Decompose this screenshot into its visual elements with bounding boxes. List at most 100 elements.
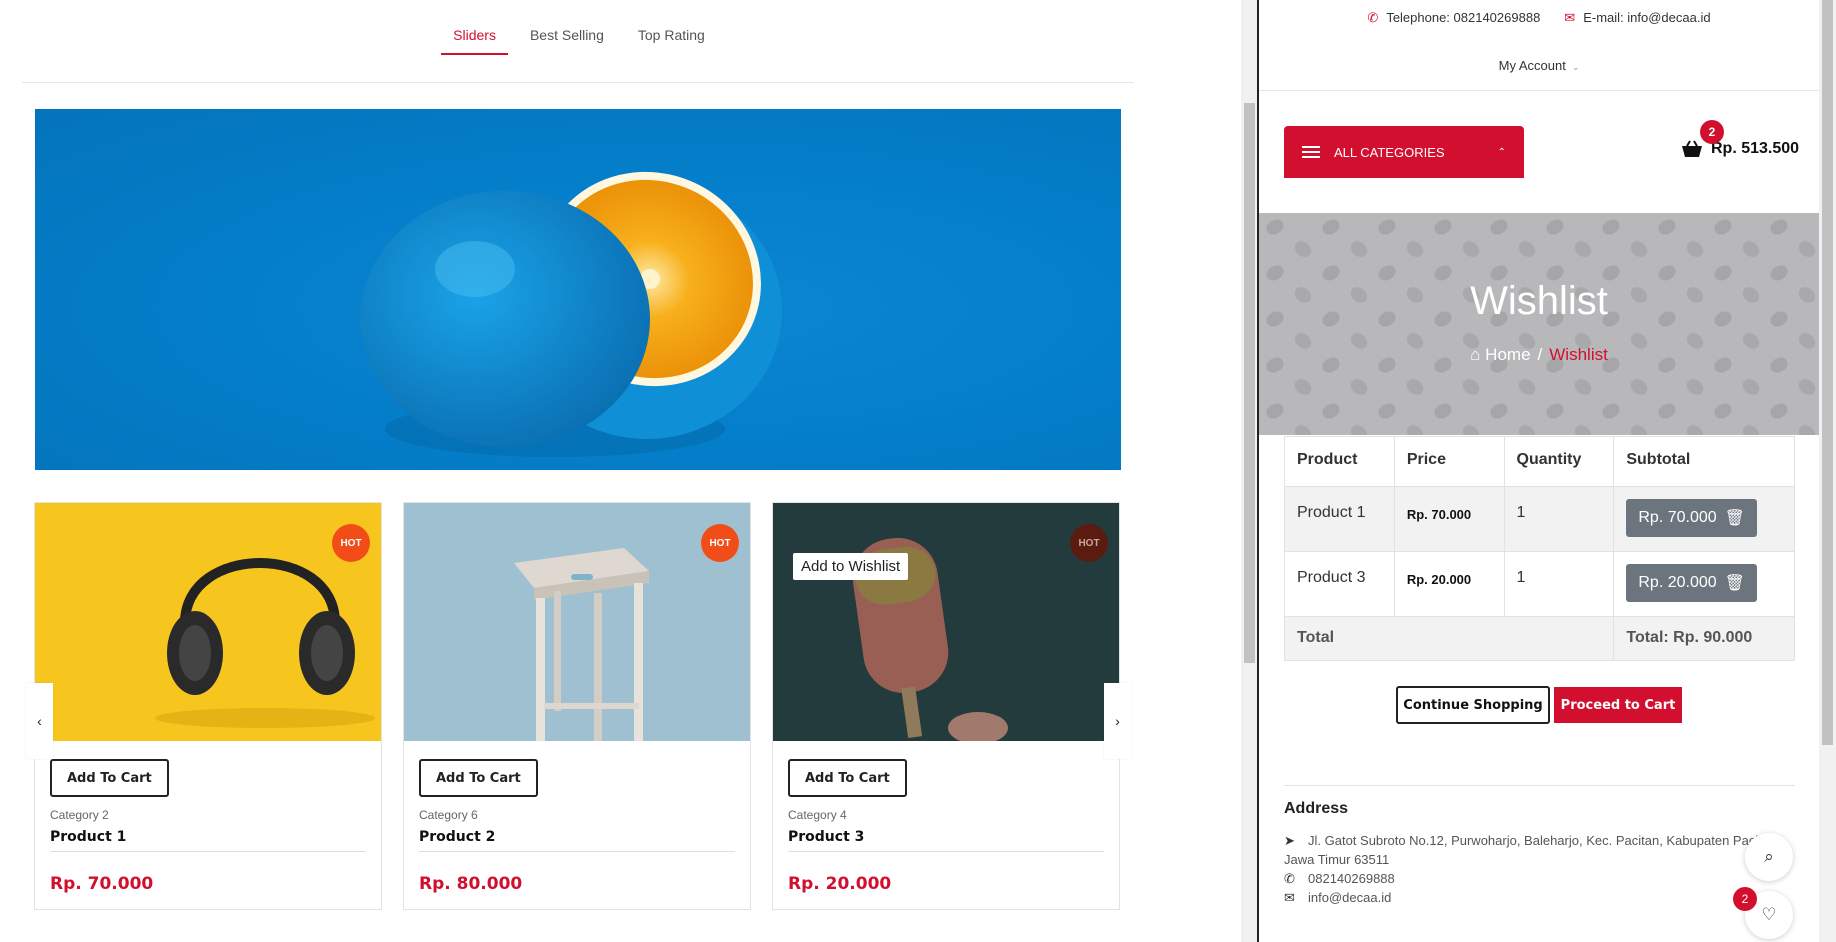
breadcrumb: ⌂ Home / Wishlist	[1259, 345, 1819, 365]
row-quantity: 1	[1503, 486, 1615, 552]
product-name[interactable]: Product 2	[419, 829, 495, 845]
telephone-text: Telephone: 082140269888	[1386, 10, 1541, 25]
contact-bar: ✆ Telephone: 082140269888 ✉ E-mail: info@d…	[1259, 10, 1819, 26]
popsicle-illustration	[773, 503, 1119, 741]
location-arrow-icon: ➤	[1284, 833, 1295, 848]
cart-count-badge: 2	[1700, 120, 1724, 144]
column-header-quantity: Quantity	[1503, 436, 1615, 487]
all-categories-label: ALL CATEGORIES	[1334, 144, 1445, 160]
mini-cart[interactable]: Rp. 513.500	[1681, 140, 1799, 158]
trash-icon: 🗑	[1724, 510, 1745, 527]
address-heading: Address	[1284, 800, 1349, 817]
hamburger-icon	[1302, 146, 1320, 158]
wishlist-count-badge: 2	[1733, 887, 1757, 911]
basket-icon	[1682, 140, 1702, 157]
card-divider	[50, 851, 366, 852]
product-card[interactable]: HOT Add To Cart Category 2 Product 1 Rp.…	[34, 502, 382, 910]
column-header-product: Product	[1284, 436, 1395, 487]
product-name[interactable]: Product 3	[788, 829, 864, 845]
product-card[interactable]: HOT Add To Cart Category 6 Product 2 Rp.…	[403, 502, 751, 910]
row-product: Product 1	[1284, 486, 1395, 552]
my-account-menu[interactable]: My Account ⌄	[1259, 58, 1819, 73]
add-to-wishlist-tooltip[interactable]: Add to Wishlist	[793, 553, 909, 580]
footer-divider	[1284, 785, 1795, 786]
email-text: E-mail: info@decaa.id	[1583, 10, 1711, 25]
row-product: Product 3	[1284, 551, 1395, 617]
proceed-to-cart-button[interactable]: Proceed to Cart	[1554, 687, 1682, 723]
total-label: Total	[1283, 616, 1615, 661]
continue-shopping-button[interactable]: Continue Shopping	[1396, 686, 1550, 724]
product-category[interactable]: Category 6	[419, 808, 478, 822]
product-image[interactable]: HOT	[404, 503, 750, 741]
table-header-row: Product Price Quantity Subtotal	[1284, 436, 1795, 487]
row-subtotal: Rp. 20.000 🗑	[1613, 551, 1795, 617]
carousel-next-arrow-icon[interactable]: ›	[1104, 683, 1131, 759]
search-button[interactable]: ⌕	[1745, 833, 1793, 881]
address-street-line: ➤ Jl. Gatot Subroto No.12, Purwoharjo, Ba…	[1284, 831, 1784, 869]
all-categories-button[interactable]: ALL CATEGORIES ⌃	[1284, 126, 1524, 178]
subtotal-value: Rp. 20.000	[1638, 574, 1717, 591]
carousel-prev-arrow-icon[interactable]: ‹	[26, 683, 53, 759]
address-email-line: ✉ info@decaa.id	[1284, 888, 1784, 907]
breadcrumb-separator: /	[1537, 345, 1543, 364]
wishlist-pane: ✆ Telephone: 082140269888 ✉ E-mail: info@d…	[1259, 0, 1819, 942]
tabs-divider	[22, 82, 1134, 83]
total-row: Total Total: Rp. 90.000	[1283, 616, 1795, 661]
address-street: Jl. Gatot Subroto No.12, Purwoharjo, Bal…	[1284, 833, 1780, 867]
table-row: Product 1 Rp. 70.000 1 Rp. 70.000 🗑	[1284, 486, 1795, 552]
product-name[interactable]: Product 1	[50, 829, 126, 845]
product-price: Rp. 20.000	[788, 874, 892, 894]
blue-orange-illustration	[360, 171, 782, 457]
home-icon: ⌂	[1470, 345, 1481, 364]
total-value: Total: Rp. 90.000	[1613, 616, 1795, 661]
address-phone-line: ✆ 082140269888	[1284, 869, 1784, 888]
remove-item-button[interactable]: Rp. 70.000 🗑	[1626, 499, 1757, 537]
telephone-info[interactable]: ✆ Telephone: 082140269888	[1367, 10, 1540, 26]
address-phone: 082140269888	[1308, 871, 1395, 886]
row-subtotal: Rp. 70.000 🗑	[1613, 486, 1795, 552]
email-info[interactable]: ✉ E-mail: info@decaa.id	[1564, 10, 1710, 26]
hot-badge: HOT	[332, 524, 370, 562]
envelope-icon: ✉	[1564, 10, 1576, 25]
page-banner	[1259, 213, 1819, 435]
right-scrollbar-thumb[interactable]	[1822, 0, 1833, 745]
product-category[interactable]: Category 4	[788, 808, 847, 822]
row-price: Rp. 20.000	[1393, 551, 1505, 617]
chevron-up-icon: ⌃	[1497, 146, 1506, 158]
breadcrumb-current: Wishlist	[1549, 345, 1608, 364]
product-image[interactable]: HOT Add to Wishlist	[773, 503, 1119, 741]
my-account-label: My Account	[1498, 58, 1566, 73]
tab-top-rating[interactable]: Top Rating	[638, 22, 705, 55]
heart-icon: ♡	[1761, 905, 1777, 924]
table-row: Product 3 Rp. 20.000 1 Rp. 20.000 🗑	[1284, 551, 1795, 617]
address-block: ➤ Jl. Gatot Subroto No.12, Purwoharjo, Ba…	[1284, 831, 1784, 907]
page-title: Wishlist	[1470, 279, 1608, 323]
product-pane: Sliders Best Selling Top Rating HOT Add …	[0, 0, 1241, 942]
row-quantity: 1	[1503, 551, 1615, 617]
product-card[interactable]: HOT Add to Wishlist Add To Cart Category…	[772, 502, 1120, 910]
hot-badge: HOT	[701, 524, 739, 562]
cart-total: Rp. 513.500	[1711, 140, 1800, 157]
phone-icon: ✆	[1284, 871, 1295, 886]
wishlist-table: Product Price Quantity Subtotal Product …	[1283, 436, 1795, 661]
add-to-cart-button[interactable]: Add To Cart	[419, 759, 538, 797]
hot-badge: HOT	[1070, 524, 1108, 562]
envelope-icon: ✉	[1284, 890, 1295, 905]
tab-best-selling[interactable]: Best Selling	[530, 22, 604, 55]
add-to-cart-button[interactable]: Add To Cart	[788, 759, 907, 797]
breadcrumb-home[interactable]: ⌂ Home	[1470, 345, 1530, 364]
product-category[interactable]: Category 2	[50, 808, 109, 822]
headphones-illustration	[35, 503, 381, 741]
product-price: Rp. 70.000	[50, 874, 154, 894]
tab-sliders[interactable]: Sliders	[441, 22, 508, 55]
search-icon: ⌕	[1764, 847, 1774, 866]
add-to-cart-button[interactable]: Add To Cart	[50, 759, 169, 797]
header-divider	[1259, 90, 1819, 91]
card-divider	[419, 851, 735, 852]
subtotal-value: Rp. 70.000	[1638, 509, 1717, 526]
product-image[interactable]: HOT	[35, 503, 381, 741]
product-tabs: Sliders Best Selling Top Rating	[0, 22, 1158, 55]
remove-item-button[interactable]: Rp. 20.000 🗑	[1626, 564, 1757, 602]
left-scrollbar-thumb[interactable]	[1244, 103, 1255, 663]
leaf-pattern	[1259, 213, 1819, 435]
